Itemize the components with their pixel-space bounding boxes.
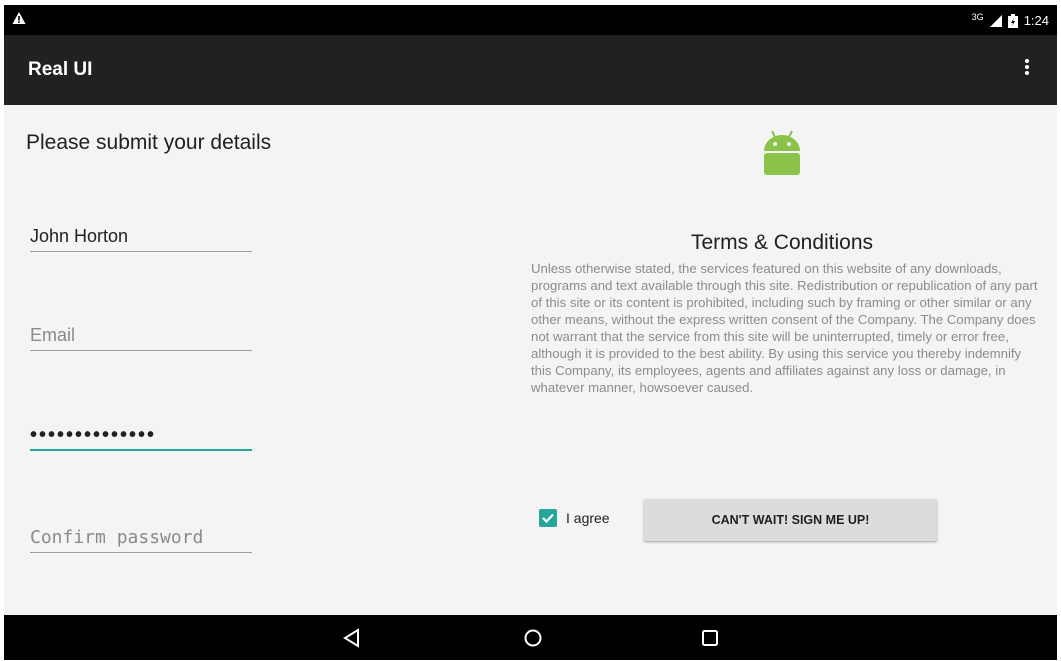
clock: 1:24: [1023, 13, 1049, 28]
agree-checkbox[interactable]: I agree: [539, 509, 610, 527]
status-bar: 3G 1:24: [4, 5, 1057, 35]
terms-body: Unless otherwise stated, the services fe…: [531, 261, 1038, 395]
password-field[interactable]: [30, 423, 252, 451]
recents-icon[interactable]: [697, 625, 723, 651]
home-icon[interactable]: [520, 625, 546, 651]
device-screen: 3G 1:24 Real UI Please submit your detai…: [4, 5, 1057, 660]
battery-icon: [1007, 13, 1018, 28]
agree-label: I agree: [566, 510, 610, 526]
app-bar: Real UI: [4, 35, 1057, 105]
email-field[interactable]: [30, 323, 252, 351]
back-icon[interactable]: [339, 625, 365, 651]
name-field[interactable]: [30, 224, 252, 252]
form-heading: Please submit your details: [26, 131, 272, 154]
terms-title: Terms & Conditions: [690, 231, 874, 254]
warning-icon: [12, 12, 26, 24]
signal-icon: [989, 14, 1002, 27]
app-title: Real UI: [28, 59, 93, 80]
overflow-menu-icon[interactable]: [1021, 57, 1033, 81]
checkbox-checked-icon[interactable]: [539, 509, 557, 527]
android-logo-icon: [764, 130, 800, 175]
confirm-password-field[interactable]: [30, 525, 252, 553]
status-right: 3G 1:24: [971, 11, 1049, 29]
main-content: Please submit your details Terms & Condi…: [4, 105, 1057, 615]
navigation-bar: [4, 615, 1057, 660]
network-type: 3G: [971, 11, 984, 22]
sign-up-button[interactable]: CAN'T WAIT! SIGN ME UP!: [644, 499, 937, 541]
